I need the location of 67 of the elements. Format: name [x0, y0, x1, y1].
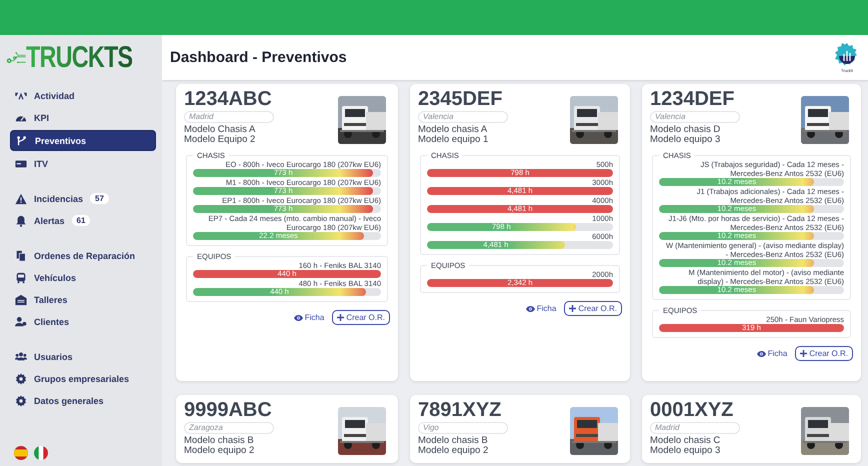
model-name: Modelo equipo 2 [184, 446, 256, 456]
sidebar-item[interactable]: Preventivos [10, 130, 156, 151]
sidebar-item[interactable]: Vehículos [10, 268, 156, 287]
page-title: Dashboard - Preventivos [170, 49, 348, 66]
eye-icon [756, 350, 766, 356]
warning-icon [15, 192, 27, 204]
plate-number: 1234ABC [184, 88, 273, 110]
garage-icon [15, 294, 27, 306]
model-name: Modelo equipo 3 [650, 446, 722, 456]
location-tag: Madrid [650, 422, 740, 434]
plate-number: 1234DEF [650, 88, 736, 110]
sidebar-item[interactable]: Actividad [10, 86, 156, 105]
spain-flag-icon[interactable] [14, 446, 28, 460]
branch-icon [16, 134, 28, 146]
model-name: Modelo chasis C [650, 436, 722, 446]
model-name: Modelo equipo 2 [418, 446, 490, 456]
eye-icon [526, 306, 535, 312]
sidebar-item[interactable]: Talleres [10, 290, 156, 309]
plate-number: 2345DEF [418, 88, 504, 110]
location-tag: Madrid [184, 111, 274, 123]
location-tag: Vigo [418, 422, 508, 434]
model-name: Modelo equipo 3 [650, 135, 722, 145]
model-name: Modelo chasis B [418, 436, 489, 446]
italy-flag-icon[interactable] [34, 446, 48, 460]
documents-icon [15, 250, 27, 262]
view-link[interactable]: Ficha [526, 304, 556, 313]
location-tag: Valencia [650, 111, 740, 123]
gear-icon [15, 372, 27, 384]
count-badge: 61 [72, 215, 90, 226]
sidebar-item[interactable]: Grupos empresariales [10, 369, 156, 388]
create-order-button[interactable]: Crear O.R. [564, 301, 622, 316]
plate-number: 0001XYZ [650, 399, 734, 421]
model-name: Modelo chasis D [650, 125, 722, 135]
plus-icon [569, 305, 576, 312]
model-name: Modelo chasis A [418, 125, 488, 135]
model-name: Modelo Equipo 2 [184, 135, 256, 145]
model-name: Modelo equipo 1 [418, 135, 490, 145]
plate-number: 7891XYZ [418, 399, 502, 421]
gear-logo-icon [834, 42, 860, 68]
bus-icon [15, 272, 27, 284]
bell-icon [15, 214, 27, 226]
location-tag: Zaragoza [184, 422, 274, 434]
sidebar-item[interactable]: KPI [10, 108, 156, 127]
create-order-button[interactable]: Crear O.R. [332, 310, 390, 325]
sidebar-item[interactable]: Datos generales [10, 391, 156, 410]
sidebar-item[interactable]: ITV [10, 154, 156, 173]
plus-icon [800, 350, 808, 357]
sidebar-item[interactable]: Ordenes de Reparación [10, 246, 156, 265]
sidebar-item[interactable]: Clientes [10, 312, 156, 331]
gear-icon [15, 394, 27, 406]
sidebar-item[interactable]: Usuarios [10, 347, 156, 366]
view-link[interactable]: Ficha [756, 349, 788, 358]
signal-icon [15, 90, 27, 102]
model-name: Modelo chasis B [184, 436, 255, 446]
model-name: Modelo Chasis A [184, 125, 256, 135]
location-tag: Valencia [418, 111, 508, 123]
sidebar-item[interactable]: Alertas 61 [10, 211, 156, 230]
create-order-button[interactable]: Crear O.R. [795, 346, 853, 361]
plus-icon [337, 314, 344, 321]
sidebar-item[interactable]: Incidencias 57 [10, 189, 156, 208]
id-card-icon [15, 158, 27, 170]
plate-number: 9999ABC [184, 399, 273, 421]
user-icon [15, 316, 27, 328]
count-badge: 57 [90, 193, 109, 204]
users-icon [15, 350, 27, 362]
eye-icon [294, 314, 303, 320]
view-link[interactable]: Ficha [294, 313, 324, 322]
